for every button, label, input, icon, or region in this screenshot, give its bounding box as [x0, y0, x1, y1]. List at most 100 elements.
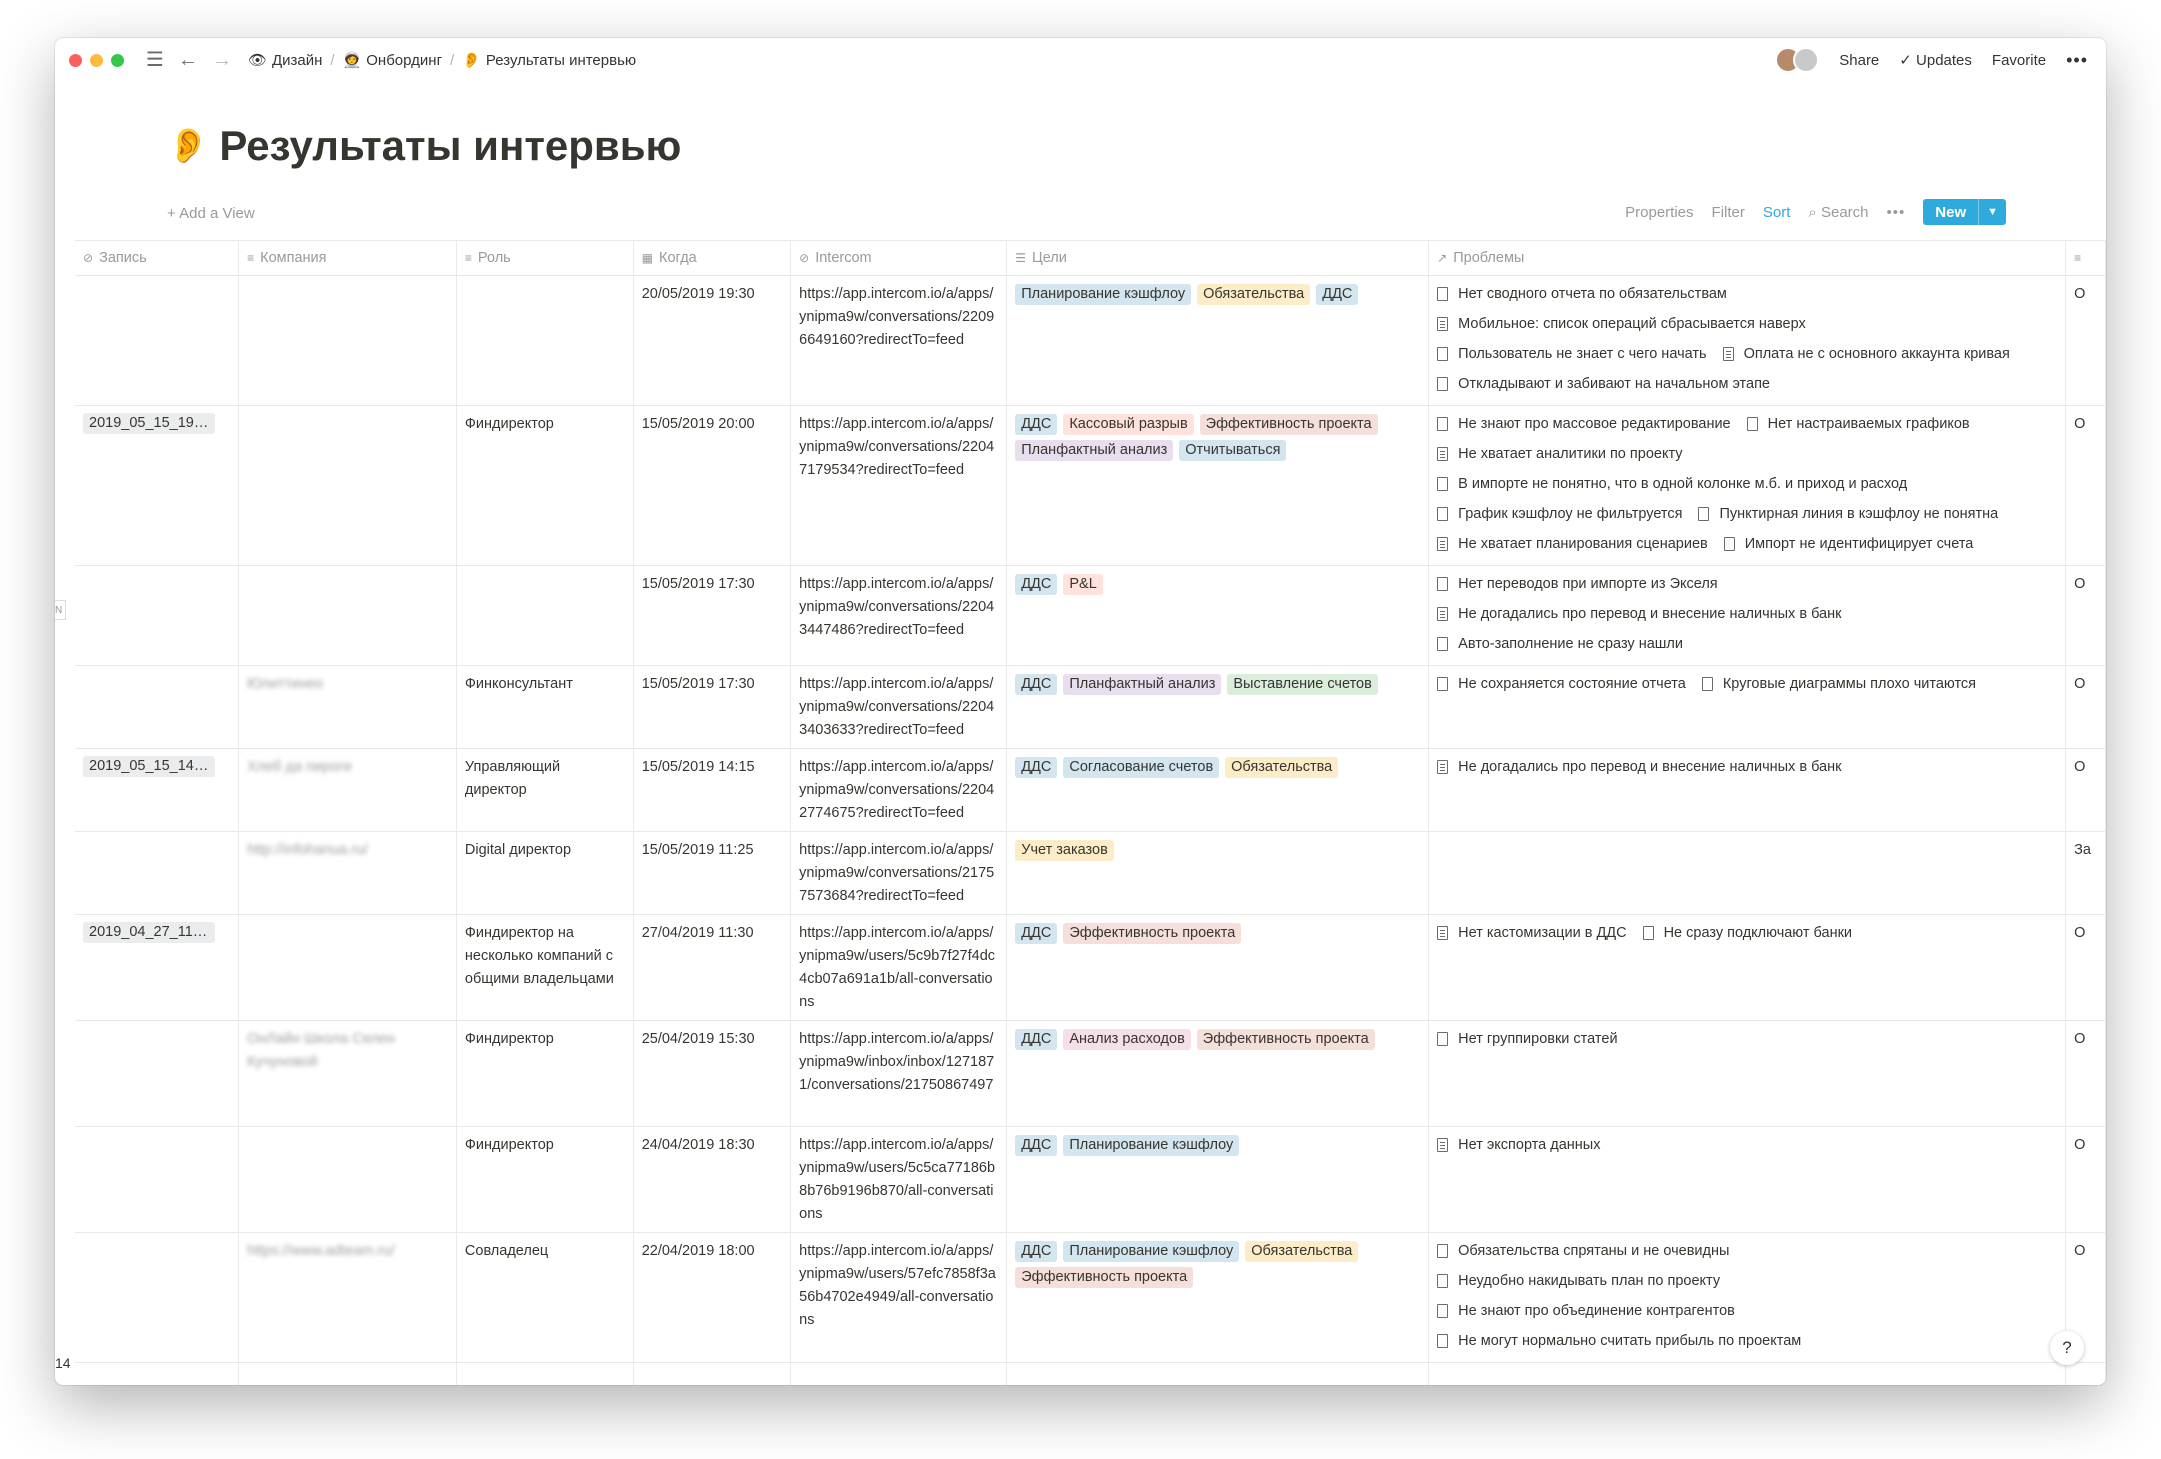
column-header-extra[interactable]: ≡	[2065, 240, 2106, 276]
cell-problems[interactable]: Нет экспорта данных	[1428, 1126, 2067, 1233]
record-chip[interactable]: 2019_05_15_19_...	[83, 413, 215, 434]
cell-intercom[interactable]: https://app.intercom.io/a/apps/ynipma9w/…	[790, 565, 1008, 666]
goal-tag[interactable]: Обязательства	[1225, 757, 1339, 778]
goal-tag[interactable]: ДДС	[1015, 1135, 1058, 1156]
cell[interactable]	[1006, 1362, 1430, 1385]
table-row[interactable]: ОнЛайн Школа Селен Кучуновой Финдиректор 2…	[75, 1020, 2106, 1127]
cell-extra[interactable]: За	[2065, 831, 2106, 915]
goal-tag[interactable]: Анализ расходов	[1063, 1029, 1191, 1050]
table-row[interactable]: 2019_04_27_11_1... Финдиректор на несколь…	[75, 914, 2106, 1021]
column-header-problems[interactable]: ↗ Проблемы	[1428, 240, 2067, 276]
cell-when[interactable]: 20/05/2019 19:30	[633, 275, 792, 406]
cell-goals[interactable]: Учет заказов	[1006, 831, 1430, 915]
problem-link[interactable]: Круговые диаграммы плохо читаются	[1701, 669, 1976, 699]
goal-tag[interactable]: Эффективность проекта	[1015, 1267, 1194, 1288]
cell-when[interactable]: 15/05/2019 14:15	[633, 748, 792, 832]
cell-goals[interactable]: ДДС Планирование кэшфлоу Обязательства Эффе…	[1006, 1232, 1430, 1363]
cell-record[interactable]	[75, 665, 240, 749]
cell-when[interactable]: 24/04/2019 18:30	[633, 1126, 792, 1233]
cell-company[interactable]	[238, 565, 457, 666]
cell-when[interactable]: 15/05/2019 11:25	[633, 831, 792, 915]
cell-company[interactable]	[238, 914, 457, 1021]
problem-link[interactable]: Авто-заполнение не сразу нашли	[1437, 629, 1683, 659]
goal-tag[interactable]: Планирование кэшфлоу	[1063, 1241, 1240, 1262]
forward-arrow-icon[interactable]: →	[212, 50, 232, 70]
problem-link[interactable]: Неудобно накидывать план по проекту	[1437, 1266, 1720, 1296]
problem-link[interactable]: Не хватает планирования сценариев	[1437, 529, 1708, 559]
table-row[interactable]: 2019_05_15_14_1... Хлеб да пироги Управляю…	[75, 748, 2106, 832]
column-header-company[interactable]: ≡ Компания	[238, 240, 457, 276]
cell-when[interactable]: 25/04/2019 15:30	[633, 1020, 792, 1127]
intercom-link[interactable]: https://app.intercom.io/a/apps/ynipma9w/…	[799, 925, 995, 1010]
cell[interactable]	[456, 1362, 634, 1385]
cell-goals[interactable]: ДДС Эффективность проекта	[1006, 914, 1430, 1021]
cell-record[interactable]	[75, 275, 240, 406]
table-row[interactable]: 2019_05_15_19_... Финдиректор 15/05/2019 2…	[75, 405, 2106, 566]
goal-tag[interactable]: Кассовый разрыв	[1063, 414, 1194, 435]
intercom-link[interactable]: https://app.intercom.io/a/apps/ynipma9w/…	[799, 576, 994, 638]
cell-when[interactable]: 15/05/2019 20:00	[633, 405, 792, 566]
search-button[interactable]: ⌕ Search	[1808, 204, 1868, 221]
avatars[interactable]	[1775, 47, 1820, 73]
cell[interactable]	[238, 1362, 457, 1385]
cell-goals[interactable]: ДДС Анализ расходов Эффективность проекта	[1006, 1020, 1430, 1127]
cell-problems[interactable]: Обязательства спрятаны и не очевидны Неуд…	[1428, 1232, 2067, 1363]
goal-tag[interactable]: Планфактный анализ	[1015, 440, 1174, 461]
cell-role[interactable]	[456, 565, 634, 666]
cell-role[interactable]: Совладелец	[456, 1232, 634, 1363]
cell-role[interactable]: Финдиректор	[456, 1020, 634, 1127]
cell-company[interactable]	[238, 275, 457, 406]
cell-role[interactable]: Digital директор	[456, 831, 634, 915]
cell-extra[interactable]: О	[2065, 748, 2106, 832]
minimize-window-button[interactable]	[90, 53, 103, 67]
goal-tag[interactable]: ДДС	[1015, 757, 1058, 778]
problem-link[interactable]: Нет сводного отчета по обязательствам	[1437, 279, 1727, 309]
goal-tag[interactable]: ДДС	[1015, 1241, 1058, 1262]
problem-link[interactable]: Обязательства спрятаны и не очевидны	[1437, 1236, 1729, 1266]
cell-intercom[interactable]: https://app.intercom.io/a/apps/ynipma9w/…	[790, 1232, 1008, 1363]
cell-role[interactable]: Управляющий директор	[456, 748, 634, 832]
cell[interactable]	[75, 1362, 240, 1385]
cell-extra[interactable]: О	[2065, 914, 2106, 1021]
cell-company[interactable]: http://infohanua.ru/	[238, 831, 457, 915]
cell[interactable]	[2065, 1362, 2106, 1385]
goal-tag[interactable]: Выставление счетов	[1227, 674, 1378, 695]
table-row[interactable]	[75, 1362, 2106, 1385]
cell-company[interactable]	[238, 1126, 457, 1233]
goal-tag[interactable]: Планфактный анализ	[1063, 674, 1222, 695]
share-button[interactable]: Share	[1839, 52, 1879, 69]
column-header-record[interactable]: ⊘ Запись	[75, 240, 240, 276]
table-row[interactable]: Финдиректор 24/04/2019 18:30 https://app.i…	[75, 1126, 2106, 1233]
goal-tag[interactable]: ДДС	[1015, 574, 1058, 595]
cell-intercom[interactable]: https://app.intercom.io/a/apps/ynipma9w/…	[790, 748, 1008, 832]
table-row[interactable]: 20/05/2019 19:30 https://app.intercom.io/…	[75, 275, 2106, 406]
cell-problems[interactable]: Не знают про массовое редактирование Нет …	[1428, 405, 2067, 566]
cell-goals[interactable]: ДДС Кассовый разрыв Эффективность проекта П…	[1006, 405, 1430, 566]
cell-record[interactable]: 2019_05_15_14_1...	[75, 748, 240, 832]
cell-goals[interactable]: ДДС P&L	[1006, 565, 1430, 666]
new-button[interactable]: New ▼	[1923, 199, 2006, 225]
problem-link[interactable]: Оплата не с основного аккаунта кривая	[1722, 339, 2010, 369]
cell-goals[interactable]: ДДС Планирование кэшфлоу	[1006, 1126, 1430, 1233]
cell-extra[interactable]: О	[2065, 565, 2106, 666]
cell-intercom[interactable]: https://app.intercom.io/a/apps/ynipma9w/…	[790, 405, 1008, 566]
cell-goals[interactable]: ДДС Планфактный анализ Выставление счетов	[1006, 665, 1430, 749]
sort-button[interactable]: Sort	[1763, 204, 1791, 221]
cell-intercom[interactable]: https://app.intercom.io/a/apps/ynipma9w/…	[790, 665, 1008, 749]
cell-when[interactable]: 15/05/2019 17:30	[633, 665, 792, 749]
cell-role[interactable]: Финдиректор	[456, 405, 634, 566]
problem-link[interactable]: Нет настраиваемых графиков	[1746, 409, 1970, 439]
problem-link[interactable]: Откладывают и забивают на начальном этап…	[1437, 369, 1770, 399]
goal-tag[interactable]: ДДС	[1316, 284, 1359, 305]
intercom-link[interactable]: https://app.intercom.io/a/apps/ynipma9w/…	[799, 842, 994, 904]
cell-company[interactable]: Юлиттинео	[238, 665, 457, 749]
goal-tag[interactable]: Согласование счетов	[1063, 757, 1220, 778]
column-header-when[interactable]: ▦ Когда	[633, 240, 792, 276]
cell-problems[interactable]: Нет переводов при импорте из Экселя Не до…	[1428, 565, 2067, 666]
cell-intercom[interactable]: https://app.intercom.io/a/apps/ynipma9w/…	[790, 1020, 1008, 1127]
goal-tag[interactable]: Планирование кэшфлоу	[1015, 284, 1192, 305]
goal-tag[interactable]: Эффективность проекта	[1199, 414, 1378, 435]
cell-when[interactable]: 15/05/2019 17:30	[633, 565, 792, 666]
problem-link[interactable]: Пунктирная линия в кэшфлоу не понятна	[1698, 499, 1998, 529]
cell-goals[interactable]: Планирование кэшфлоу Обязательства ДДС	[1006, 275, 1430, 406]
